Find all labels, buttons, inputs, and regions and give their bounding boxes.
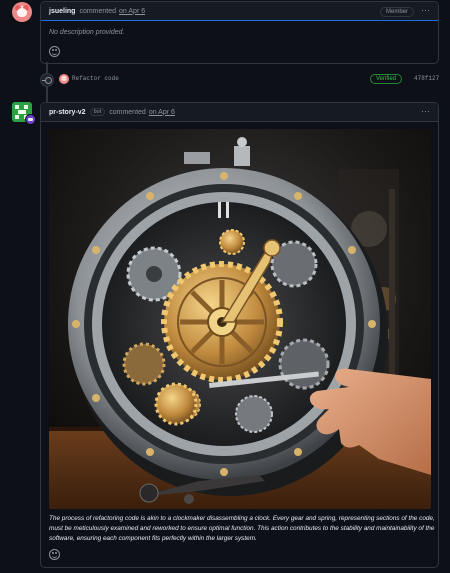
- kebab-horizontal-icon[interactable]: ···: [421, 106, 430, 116]
- comment-body: No description provided.: [49, 29, 125, 36]
- avatar[interactable]: [12, 2, 32, 22]
- git-commit-icon: [40, 73, 54, 87]
- comment-date-link[interactable]: on Apr 6: [149, 109, 175, 116]
- commit-author-avatar[interactable]: [59, 74, 69, 84]
- comment-header: pr-story-v2 bot commented on Apr 6 ···: [41, 103, 438, 122]
- clockmaker-gears-illustration-svg: [49, 129, 431, 509]
- clockmaker-gears-illustration: [49, 129, 431, 509]
- commit-message-link[interactable]: Refactor code: [72, 75, 119, 82]
- comment-author[interactable]: jsueling: [49, 8, 75, 15]
- avatar-pixel: [24, 105, 28, 109]
- comment-author[interactable]: pr-story-v2: [49, 109, 86, 116]
- avatar-face-icon: [17, 8, 27, 17]
- bot-indicator-icon: [25, 114, 36, 125]
- verified-badge[interactable]: Verified: [370, 74, 403, 84]
- avatar-pixel: [15, 115, 19, 119]
- add-reaction-smiley-icon[interactable]: [49, 549, 60, 560]
- commit-sha-link[interactable]: 478f127: [414, 75, 439, 82]
- kebab-horizontal-icon[interactable]: ···: [421, 5, 430, 15]
- comment-box: jsueling commented on Apr 6 Member ··· N…: [40, 1, 439, 64]
- image-caption: The process of refactoring code is akin …: [49, 515, 435, 542]
- avatar-pixel: [15, 105, 19, 109]
- comment-action: commented: [79, 7, 117, 15]
- comment-box: pr-story-v2 bot commented on Apr 6 ··· T…: [40, 102, 439, 568]
- comment-header: jsueling commented on Apr 6 Member ···: [41, 2, 438, 21]
- avatar-pixel: [18, 110, 26, 114]
- comment-action: commented: [109, 108, 146, 116]
- bot-avatar[interactable]: [12, 102, 36, 125]
- add-reaction-smiley-icon[interactable]: [49, 46, 60, 57]
- bot-badge: bot: [89, 108, 106, 116]
- member-badge: Member: [379, 7, 414, 17]
- comment-date-link[interactable]: on Apr 6: [119, 8, 145, 15]
